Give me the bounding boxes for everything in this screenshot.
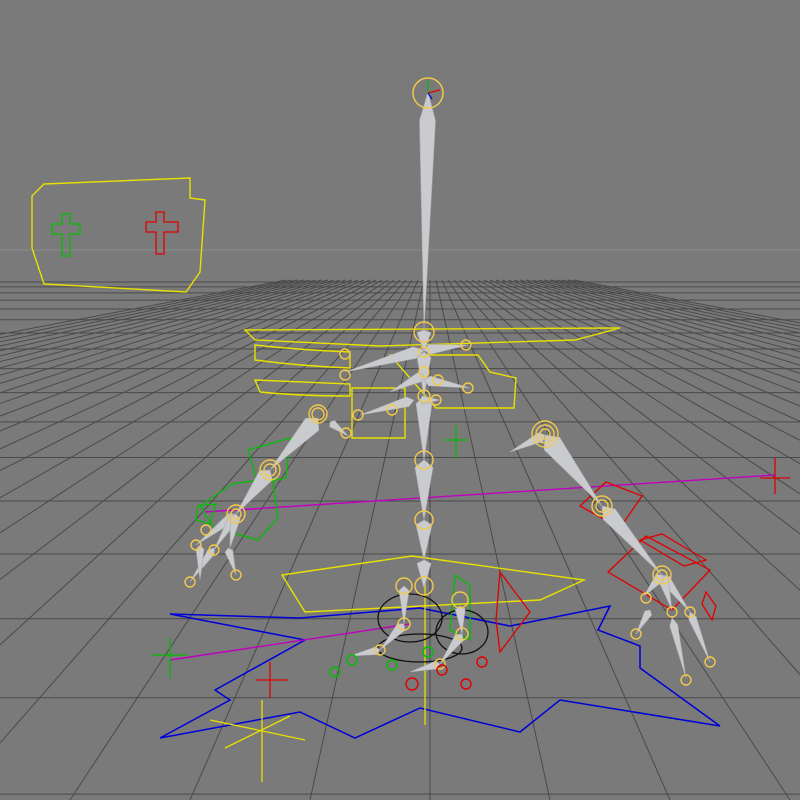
locator-green-chest[interactable] (445, 425, 468, 458)
bone[interactable] (669, 617, 687, 679)
rig-scene[interactable] (0, 0, 800, 800)
arm-aim-line (204, 474, 776, 513)
bone[interactable] (454, 605, 466, 635)
bone[interactable] (419, 90, 436, 331)
face-control-panel[interactable] (31, 177, 206, 293)
joint-ring[interactable] (200, 524, 212, 536)
bone[interactable] (688, 611, 711, 663)
bone[interactable] (416, 559, 432, 590)
bone[interactable] (601, 505, 663, 576)
bone[interactable] (543, 434, 603, 507)
bone[interactable] (269, 417, 320, 471)
joint-ring[interactable] (339, 369, 351, 381)
joint-ring[interactable] (451, 591, 469, 609)
skeleton-bones[interactable] (189, 90, 711, 679)
red-cross-control[interactable] (145, 211, 179, 255)
world-origin-locator[interactable] (209, 700, 306, 782)
locator-red-knee[interactable] (256, 662, 288, 698)
right-hand-controls[interactable] (578, 481, 717, 622)
3d-viewport[interactable] (0, 0, 800, 800)
